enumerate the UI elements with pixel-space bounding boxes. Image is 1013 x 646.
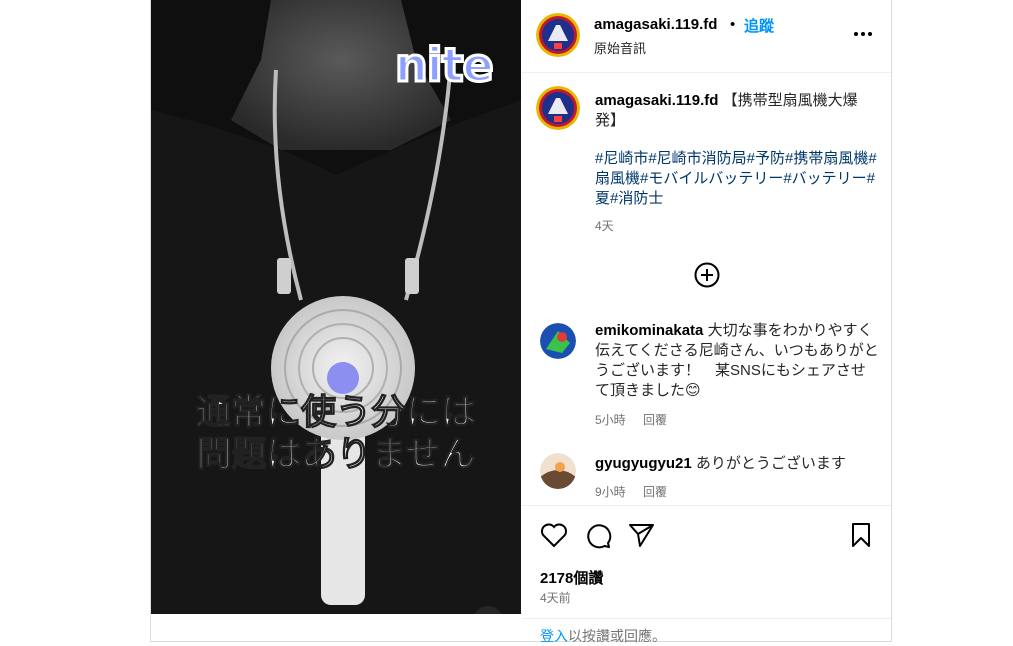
- avatar[interactable]: [540, 323, 576, 359]
- mute-button[interactable]: [473, 606, 503, 614]
- station-logo-icon: [536, 13, 580, 57]
- caption-text: amagasaki.119.fd 【携帯型扇風機大爆発】 #尼崎市#尼崎市消防局…: [595, 91, 880, 209]
- video-frame: [151, 0, 521, 614]
- user-avatar-icon: [540, 453, 576, 489]
- login-prompt-text: 以按讚或回應。: [568, 628, 666, 644]
- avatar[interactable]: [540, 453, 576, 489]
- comment-meta: 9小時 回覆: [595, 483, 681, 500]
- post-time[interactable]: 4天前: [540, 589, 571, 606]
- station-logo-icon: [536, 86, 580, 130]
- post-username[interactable]: amagasaki.119.fd: [594, 16, 717, 33]
- comment-username[interactable]: emikominakata: [595, 322, 703, 339]
- like-count[interactable]: 2178個讚: [540, 567, 603, 588]
- caption-age[interactable]: 4天: [595, 219, 614, 233]
- heart-icon: [541, 523, 567, 548]
- caption-username[interactable]: amagasaki.119.fd: [595, 92, 718, 109]
- avatar[interactable]: [536, 86, 580, 130]
- post-header: amagasaki.119.fd • 追蹤 原始音訊: [522, 0, 891, 73]
- follow-button[interactable]: 追蹤: [744, 15, 774, 36]
- reply-button[interactable]: 回覆: [643, 485, 667, 499]
- caption-meta: 4天: [595, 217, 628, 234]
- comments-list[interactable]: amagasaki.119.fd 【携帯型扇風機大爆発】 #尼崎市#尼崎市消防局…: [522, 73, 891, 505]
- send-icon: [629, 524, 654, 547]
- post-sidebar: amagasaki.119.fd • 追蹤 原始音訊 amagasaki.119…: [522, 0, 891, 646]
- save-button[interactable]: [850, 522, 872, 553]
- video-overlay-logo: nite: [394, 37, 496, 94]
- avatar[interactable]: [536, 13, 580, 57]
- user-avatar-icon: [540, 323, 576, 359]
- login-bar: 登入以按讚或回應。: [522, 618, 891, 646]
- bookmark-icon: [852, 523, 870, 547]
- comment-text: gyugyugyu21 ありがとうございます: [595, 454, 880, 474]
- comment-body: ありがとうございます: [695, 455, 846, 472]
- login-link[interactable]: 登入: [540, 628, 568, 644]
- comment-text: emikominakata 大切な事をわかりやすく伝えてくださる尼崎さん、いつも…: [595, 321, 880, 401]
- video-subtitle: 通常に使う分には 問題はありません: [195, 392, 476, 474]
- comment-meta: 5小時 回覆: [595, 411, 681, 428]
- comment-age[interactable]: 9小時: [595, 485, 626, 499]
- share-button[interactable]: [628, 522, 656, 553]
- more-options-button[interactable]: [852, 24, 874, 44]
- like-button[interactable]: [540, 522, 568, 553]
- comment-button[interactable]: [584, 522, 612, 555]
- speaker-muted-icon: [473, 606, 503, 614]
- add-circle-icon: [694, 262, 720, 288]
- more-options-icon: [854, 32, 872, 36]
- login-prompt: 登入以按讚或回應。: [540, 626, 666, 646]
- post-video[interactable]: nite 通常に使う分には 問題はありません: [151, 0, 521, 614]
- post-modal: nite 通常に使う分には 問題はありません amagasaki.119.fd: [150, 0, 892, 646]
- comment-age[interactable]: 5小時: [595, 413, 626, 427]
- post-actions: 2178個讚 4天前 登入以按讚或回應。: [522, 505, 891, 646]
- comment-bubble-icon: [587, 524, 612, 549]
- separator: •: [730, 16, 736, 33]
- audio-label[interactable]: 原始音訊: [594, 38, 646, 57]
- comment-username[interactable]: gyugyugyu21: [595, 455, 692, 472]
- reply-button[interactable]: 回覆: [643, 413, 667, 427]
- caption-hashtags[interactable]: #尼崎市#尼崎市消防局#予防#携帯扇風機#扇風機#モバイルバッテリー#バッテリー…: [595, 150, 877, 207]
- load-more-comments-button[interactable]: [694, 262, 720, 288]
